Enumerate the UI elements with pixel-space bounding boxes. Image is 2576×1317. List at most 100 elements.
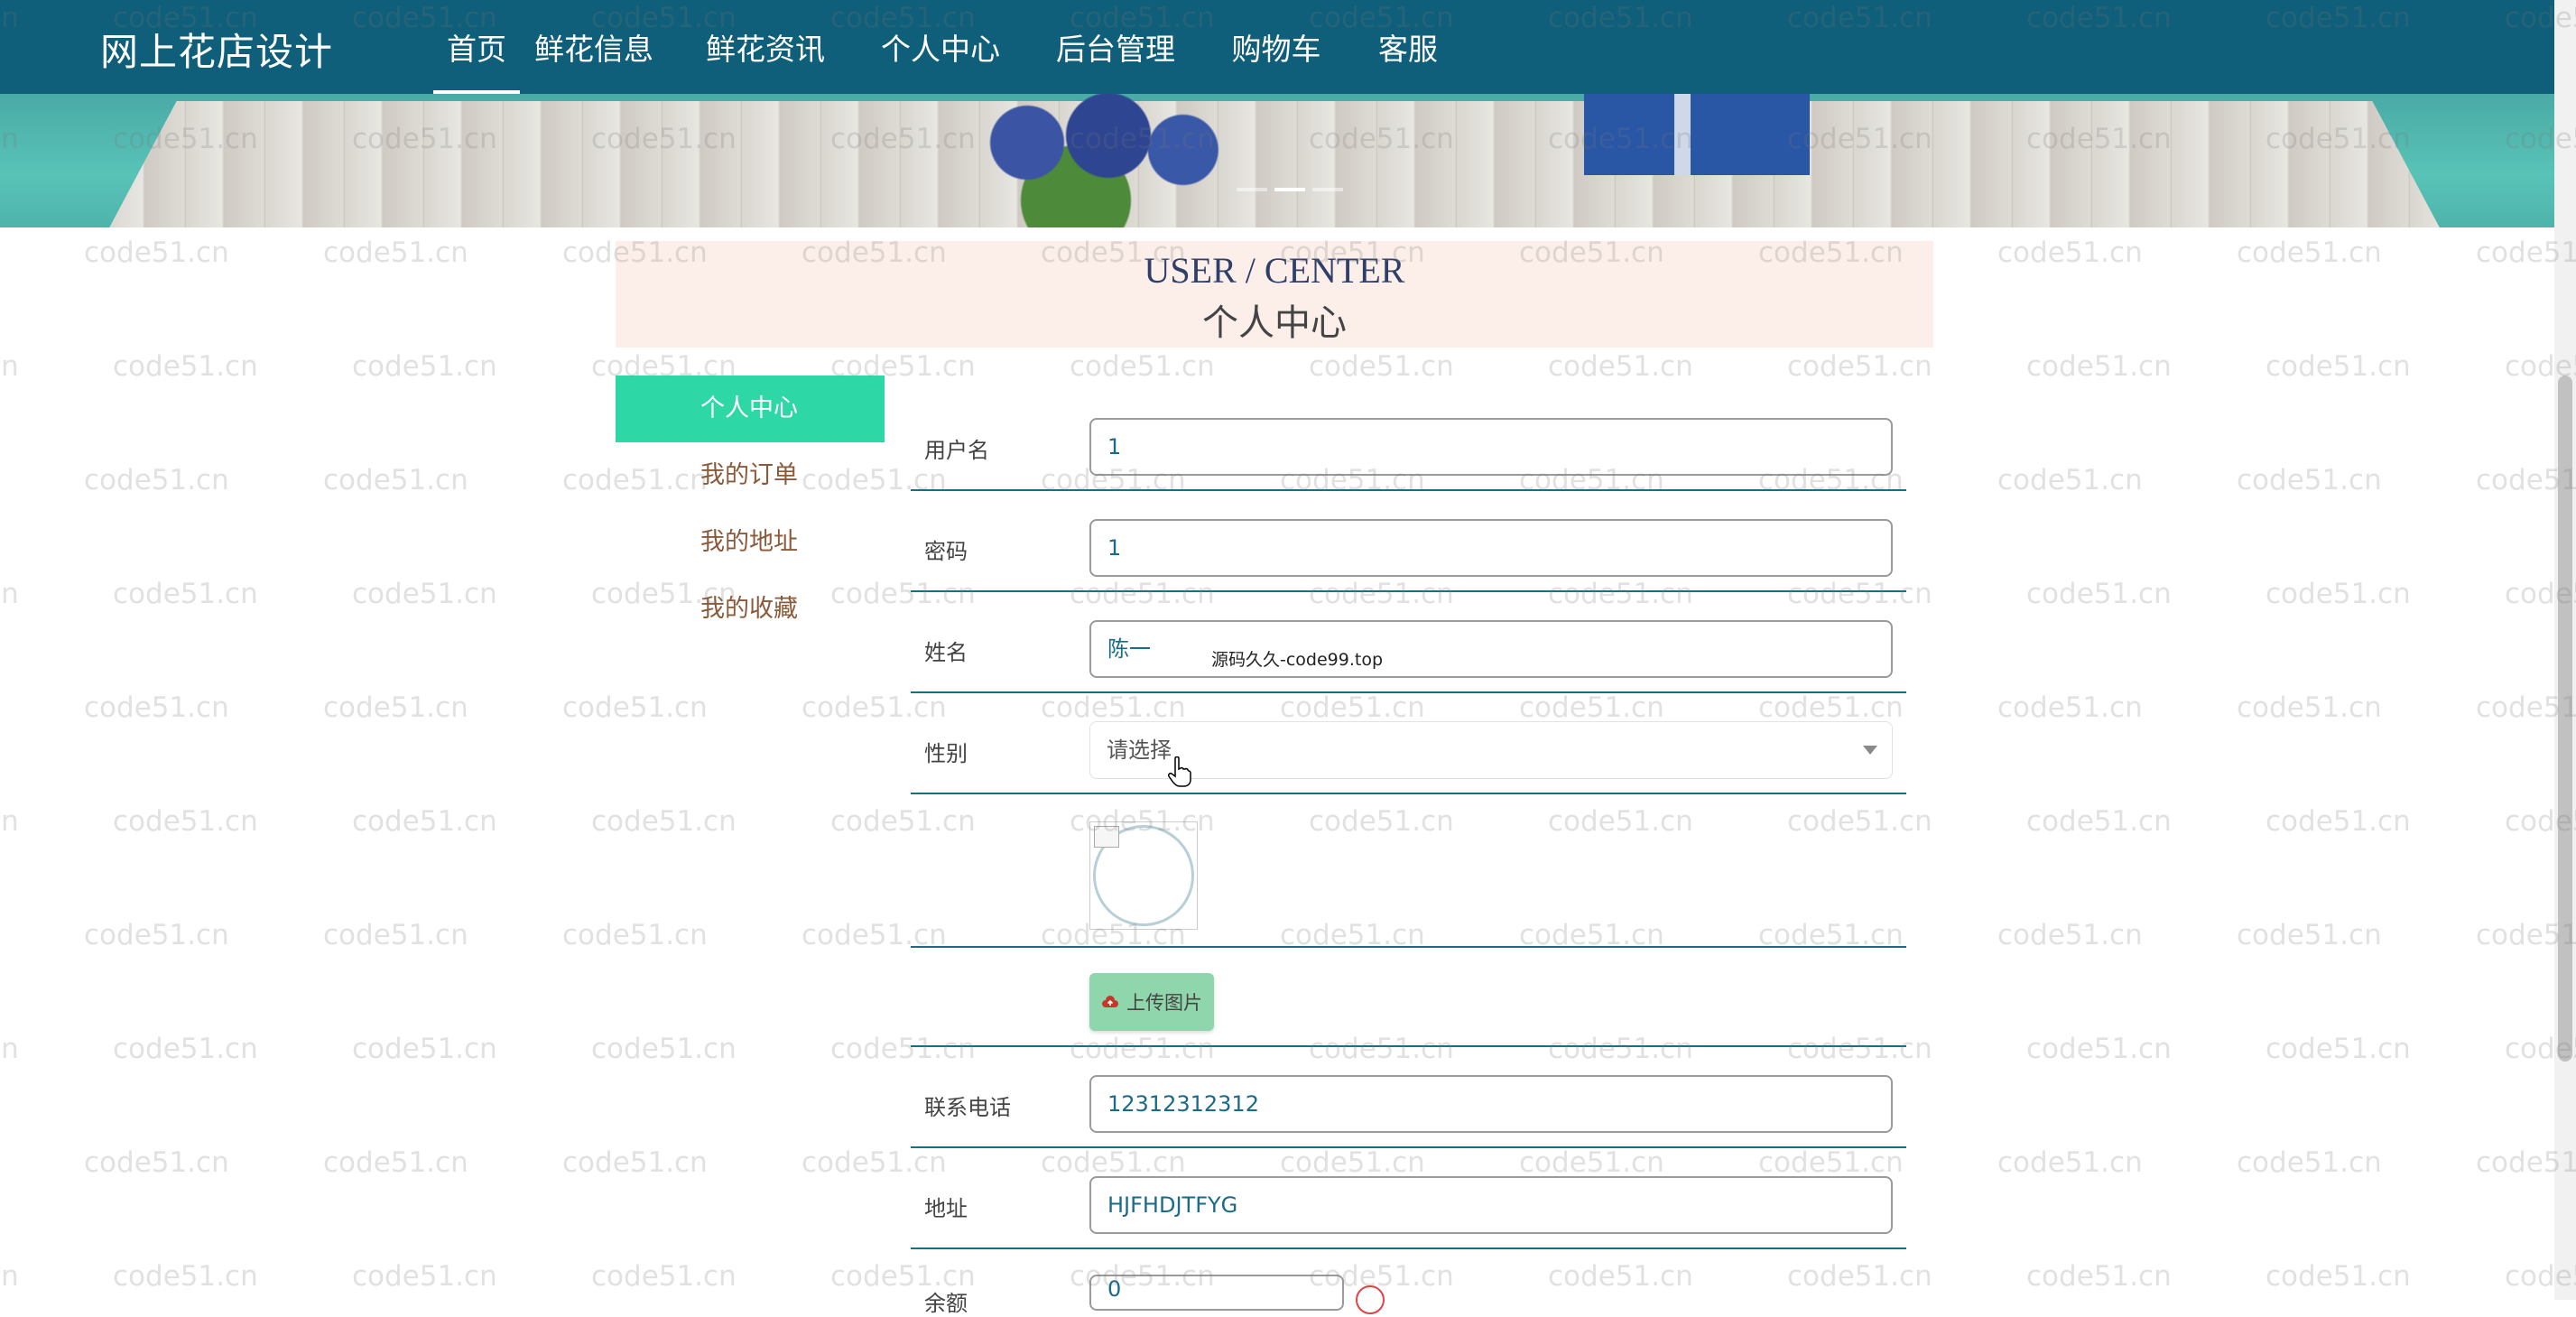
- form-row-upload: [911, 960, 1906, 1047]
- watermark-text: code51.cn: [2237, 691, 2382, 724]
- password-label: 密码: [924, 539, 968, 564]
- watermark-text: code51.cn: [2266, 1033, 2411, 1065]
- watermark-text: code51.cn: [0, 1260, 19, 1293]
- phone-label: 联系电话: [924, 1095, 1011, 1120]
- form-row-gender: 性别 请选择: [911, 706, 1906, 794]
- main-nav: 首页 鲜花信息 鲜花资讯 个人中心 后台管理 购物车 客服: [433, 0, 1439, 94]
- watermark-text: code51.cn: [2026, 805, 2172, 838]
- carousel-indicators: [1237, 188, 1343, 191]
- watermark-text: code51.cn: [1997, 237, 2143, 269]
- upload-image-button[interactable]: 上传图片: [1089, 973, 1214, 1031]
- watermark-text: code51.cn: [113, 1260, 258, 1293]
- sidebar-item-user-center[interactable]: 个人中心: [616, 376, 885, 442]
- watermark-text: code51.cn: [352, 805, 497, 838]
- username-input[interactable]: 1: [1089, 418, 1893, 476]
- watermark-text: code51.cn: [352, 578, 497, 610]
- watermark-text: code51.cn: [113, 805, 258, 838]
- watermark-text: code51.cn: [84, 691, 229, 724]
- nav-flower-news[interactable]: 鲜花资讯: [706, 0, 825, 94]
- watermark-text: code51.cn: [2237, 1146, 2382, 1179]
- watermark-text: code51.cn: [113, 350, 258, 383]
- watermark-text: code51.cn: [1309, 350, 1454, 383]
- watermark-text: code51.cn: [1997, 464, 2143, 496]
- nav-flower-info[interactable]: 鲜花信息: [534, 0, 653, 94]
- balance-label: 余额: [924, 1291, 968, 1316]
- carousel-dot-active[interactable]: [1274, 188, 1305, 191]
- watermark-text: code51.cn: [591, 1260, 737, 1293]
- gender-select[interactable]: 请选择: [1089, 721, 1893, 779]
- page-scrollbar[interactable]: [2554, 0, 2576, 1300]
- watermark-text: code51.cn: [1997, 1146, 2143, 1179]
- watermark-text: code51.cn: [2026, 578, 2172, 610]
- hand-cursor-icon: [1168, 756, 1191, 787]
- sidebar-item-my-favorites[interactable]: 我的收藏: [616, 576, 885, 643]
- form-row-address: 地址 HJFHDJTFYG: [911, 1161, 1906, 1249]
- carousel-dot[interactable]: [1237, 188, 1267, 191]
- watermark-text: code51.cn: [2266, 1260, 2411, 1293]
- watermark-text: code51.cn: [113, 1033, 258, 1065]
- watermark-text: code51.cn: [562, 691, 708, 724]
- chevron-down-icon: [1863, 746, 1877, 755]
- phone-input[interactable]: 12312312312: [1089, 1075, 1893, 1133]
- watermark-text: code51.cn: [84, 919, 229, 951]
- gender-label: 性别: [924, 741, 968, 766]
- page-title-block: USER / CENTER 个人中心: [616, 241, 1933, 348]
- watermark-text: code51.cn: [84, 1146, 229, 1179]
- watermark-text: code51.cn: [2026, 350, 2172, 383]
- nav-service[interactable]: 客服: [1377, 0, 1439, 94]
- watermark-text: code51.cn: [352, 1033, 497, 1065]
- name-input[interactable]: 陈一: [1089, 620, 1893, 678]
- watermark-text: code51.cn: [323, 691, 468, 724]
- banner-roses-image: [930, 94, 1255, 227]
- watermark-text: code51.cn: [591, 805, 737, 838]
- address-input[interactable]: HJFHDJTFYG: [1089, 1176, 1893, 1234]
- watermark-text: code51.cn: [1787, 350, 1932, 383]
- watermark-text: code51.cn: [2237, 464, 2382, 496]
- avatar-preview: [1089, 821, 1198, 930]
- carousel-dot[interactable]: [1312, 188, 1343, 191]
- watermark-text: code51.cn: [1997, 919, 2143, 951]
- cloud-upload-icon: [1102, 996, 1118, 1007]
- user-sidebar: 个人中心 我的订单 我的地址 我的收藏: [616, 376, 885, 643]
- watermark-text: code51.cn: [323, 237, 468, 269]
- watermark-text: code51.cn: [2026, 1260, 2172, 1293]
- watermark-text: code51.cn: [1787, 1260, 1932, 1293]
- watermark-text: code51.cn: [352, 350, 497, 383]
- watermark-text: code51.cn: [323, 464, 468, 496]
- scrollbar-thumb[interactable]: [2558, 376, 2572, 1062]
- balance-input[interactable]: 0: [1089, 1275, 1344, 1311]
- banner-carousel[interactable]: [0, 94, 2554, 227]
- page-title-en: USER / CENTER: [1144, 250, 1405, 291]
- username-label: 用户名: [924, 438, 989, 463]
- form-row-avatar: [911, 807, 1906, 948]
- recharge-icon[interactable]: [1356, 1285, 1385, 1314]
- form-row-name: 姓名 陈一: [911, 605, 1906, 693]
- watermark-text: code51.cn: [84, 237, 229, 269]
- form-row-username: 用户名 1: [911, 403, 1906, 491]
- watermark-text: code51.cn: [1997, 691, 2143, 724]
- name-label: 姓名: [924, 640, 968, 665]
- form-row-password: 密码 1: [911, 504, 1906, 592]
- watermark-text: code51.cn: [591, 1033, 737, 1065]
- overlay-source-text: 源码久久-code99.top: [1211, 650, 1384, 670]
- nav-cart[interactable]: 购物车: [1231, 0, 1321, 94]
- watermark-text: code51.cn: [1548, 350, 1693, 383]
- site-brand[interactable]: 网上花店设计: [100, 22, 333, 77]
- watermark-text: code51.cn: [323, 1146, 468, 1179]
- gender-select-value: 请选择: [1107, 737, 1172, 763]
- watermark-text: code51.cn: [323, 919, 468, 951]
- nav-admin[interactable]: 后台管理: [1056, 0, 1175, 94]
- watermark-text: code51.cn: [2026, 1033, 2172, 1065]
- password-input[interactable]: 1: [1089, 519, 1893, 577]
- nav-user-center[interactable]: 个人中心: [881, 0, 1000, 94]
- watermark-text: code51.cn: [2266, 805, 2411, 838]
- watermark-text: code51.cn: [0, 1033, 19, 1065]
- nav-home[interactable]: 首页: [433, 0, 520, 94]
- banner-wood-deck: [107, 101, 2442, 227]
- sidebar-item-my-orders[interactable]: 我的订单: [616, 442, 885, 509]
- watermark-text: code51.cn: [0, 805, 19, 838]
- watermark-text: code51.cn: [562, 1146, 708, 1179]
- sidebar-item-my-address[interactable]: 我的地址: [616, 509, 885, 576]
- page-title-cn: 个人中心: [1202, 302, 1347, 344]
- watermark-text: code51.cn: [0, 350, 19, 383]
